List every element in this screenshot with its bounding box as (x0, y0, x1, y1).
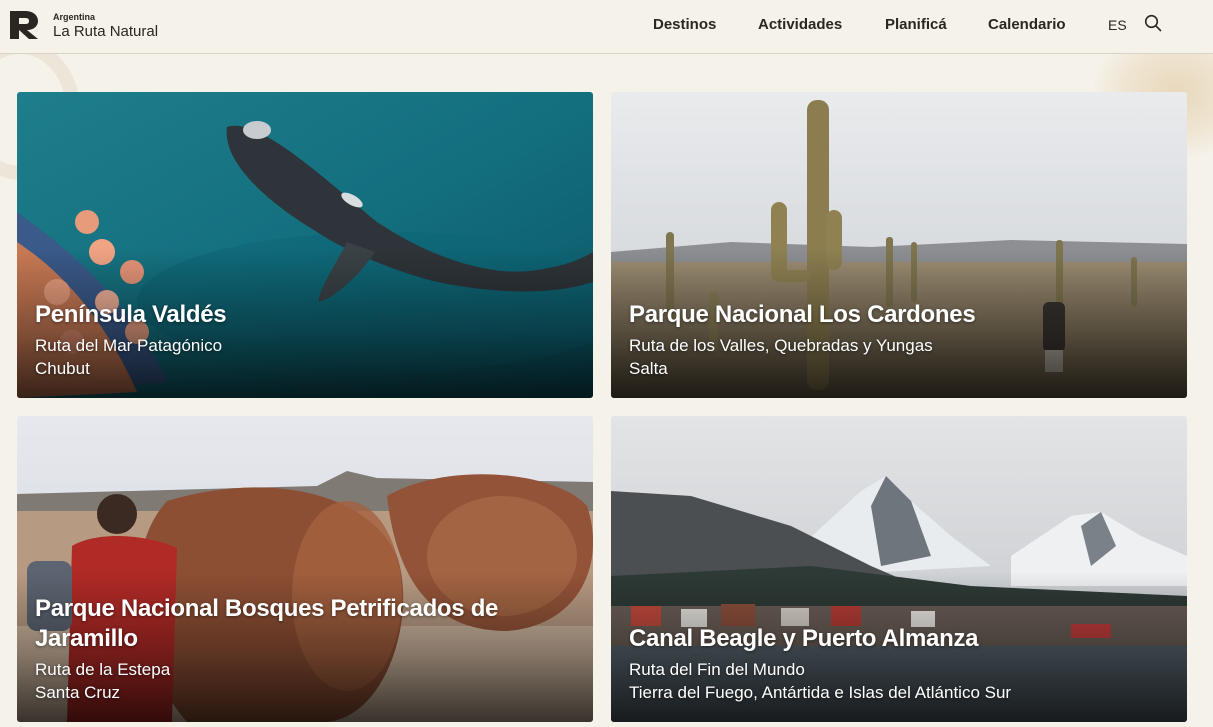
card-province: Santa Cruz (35, 683, 121, 702)
card-info: Parque Nacional Bosques Petrificados de … (35, 594, 575, 704)
destination-card-bosques-petrificados[interactable]: Parque Nacional Bosques Petrificados de … (17, 416, 593, 722)
nav-actividades[interactable]: Actividades (758, 16, 842, 33)
card-province: Chubut (35, 359, 90, 378)
destination-card-canal-beagle[interactable]: Canal Beagle y Puerto Almanza Ruta del F… (611, 416, 1187, 722)
card-title: Canal Beagle y Puerto Almanza (629, 625, 979, 652)
card-province: Tierra del Fuego, Antártida e Islas del … (629, 683, 1012, 702)
card-info: Canal Beagle y Puerto Almanza Ruta del F… (629, 624, 1169, 704)
card-title: Parque Nacional Bosques Petrificados de … (35, 595, 499, 652)
card-route: Ruta del Mar Patagónico (35, 336, 223, 355)
main-nav: Destinos Actividades Planificá Calendari… (0, 0, 1213, 50)
nav-destinos[interactable]: Destinos (653, 16, 716, 33)
language-selector[interactable]: ES (1108, 17, 1127, 33)
card-route: Ruta del Fin del Mundo (629, 660, 805, 679)
search-icon[interactable] (1144, 14, 1162, 32)
card-route: Ruta de la Estepa (35, 660, 171, 679)
card-info: Parque Nacional Los Cardones Ruta de los… (629, 300, 1169, 380)
site-header: Argentina La Ruta Natural Destinos Activ… (0, 0, 1213, 54)
card-route: Ruta de los Valles, Quebradas y Yungas (629, 336, 933, 355)
nav-calendario[interactable]: Calendario (988, 16, 1066, 33)
card-title: Parque Nacional Los Cardones (629, 301, 976, 328)
destination-card-peninsula-valdes[interactable]: Península Valdés Ruta del Mar Patagónico… (17, 92, 593, 398)
card-province: Salta (629, 359, 668, 378)
nav-planifica[interactable]: Planificá (885, 16, 947, 33)
card-title: Península Valdés (35, 301, 227, 328)
card-info: Península Valdés Ruta del Mar Patagónico… (35, 300, 575, 380)
destination-card-los-cardones[interactable]: Parque Nacional Los Cardones Ruta de los… (611, 92, 1187, 398)
